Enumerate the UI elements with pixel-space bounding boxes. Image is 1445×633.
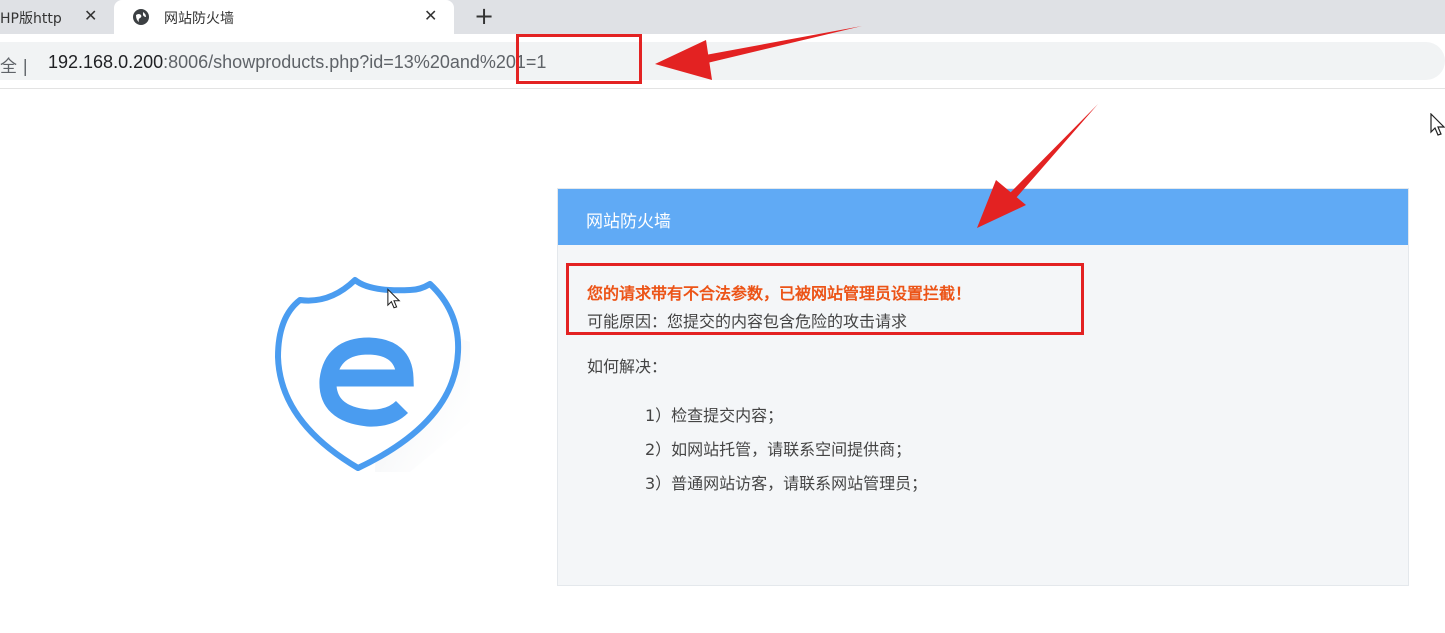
close-icon[interactable]: ✕ [84, 6, 97, 25]
tab-2-active[interactable]: 网站防火墙 ✕ [114, 0, 454, 34]
how-to-solve-label: 如何解决： [587, 357, 668, 376]
close-icon[interactable]: ✕ [424, 6, 437, 25]
tab-strip: HP版http ✕ 网站防火墙 ✕ + [0, 0, 1445, 34]
security-indicator[interactable]: 全 | [0, 52, 28, 77]
new-tab-button[interactable]: + [474, 2, 494, 30]
url-highlight-box [516, 34, 642, 84]
solution-item: 2）如网站托管，请联系空间提供商； [645, 440, 912, 459]
tab-title: HP版http [0, 11, 62, 27]
shield-e-icon [275, 277, 470, 472]
url-port: :8006 [163, 52, 209, 72]
solution-item: 1）检查提交内容； [645, 406, 784, 425]
mouse-cursor-icon [387, 288, 401, 309]
globe-icon [133, 9, 149, 25]
mouse-cursor-icon [1430, 113, 1445, 136]
tab-title: 网站防火墙 [164, 11, 234, 27]
panel-title: 网站防火墙 [586, 212, 671, 232]
url-path: /showproducts.php?id=13%20and%201=1 [208, 52, 547, 72]
firewall-panel: 网站防火墙 您的请求带有不合法参数，已被网站管理员设置拦截！ 可能原因：您提交的… [557, 188, 1409, 586]
panel-header: 网站防火墙 [558, 189, 1408, 245]
url-text[interactable]: 192.168.0.200:8006/showproducts.php?id=1… [48, 52, 546, 73]
message-highlight-box [566, 263, 1084, 335]
tab-1[interactable]: HP版http ✕ [0, 0, 112, 34]
url-host: 192.168.0.200 [48, 52, 164, 72]
solution-item: 3）普通网站访客，请联系网站管理员； [645, 474, 928, 493]
browser-toolbar: 全 | 192.168.0.200:8006/showproducts.php?… [0, 34, 1445, 89]
